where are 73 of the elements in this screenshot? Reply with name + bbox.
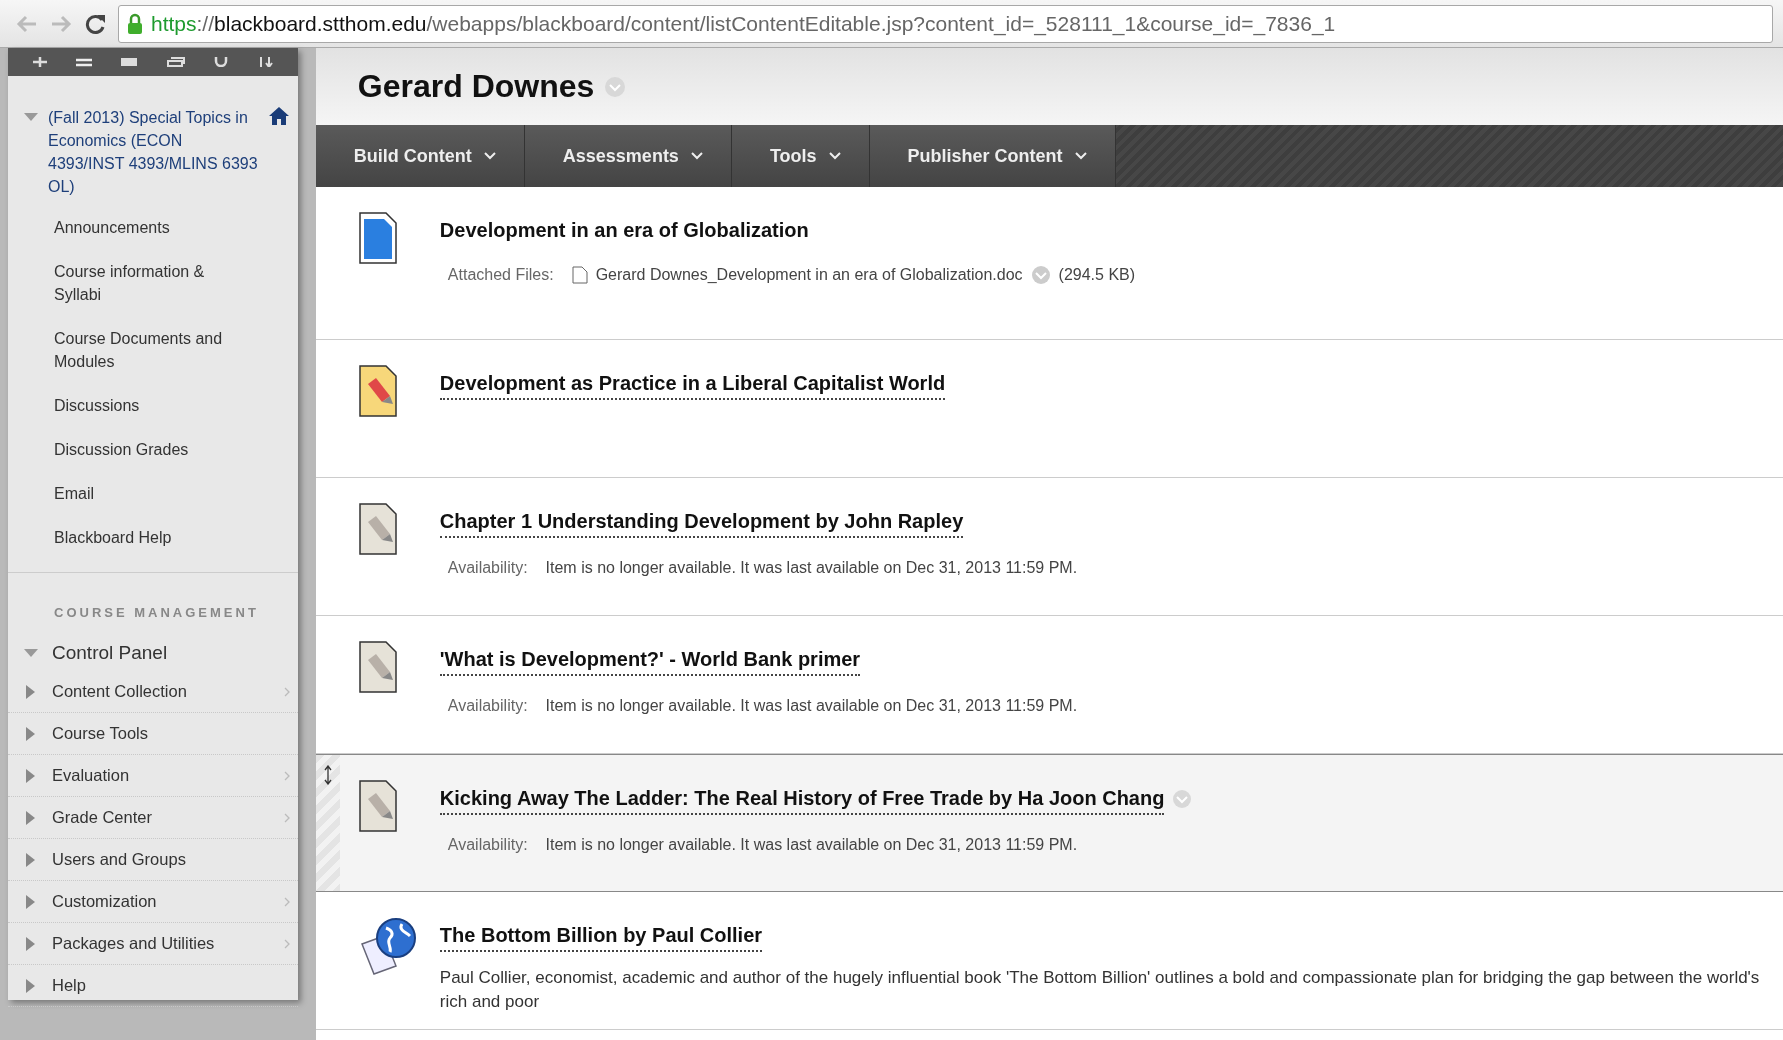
expand-triangle-icon[interactable] <box>24 936 36 951</box>
sidebar-menu-link[interactable]: Email <box>8 474 298 518</box>
action-menu-button[interactable]: Tools <box>731 125 870 187</box>
back-arrow-icon <box>16 13 38 34</box>
caret-icon <box>828 152 841 160</box>
action-menu-button[interactable]: Assessments <box>524 125 732 187</box>
course-title-link[interactable]: (Fall 2013) Special Topics in Economics (ECON 4393/INST 4393/MLINS 6393 OL) <box>48 106 258 198</box>
forward-arrow-icon <box>50 13 72 34</box>
item-title-link[interactable]: The Bottom Billion by Paul Collier <box>439 920 763 952</box>
control-panel-item[interactable]: Help <box>8 965 298 1007</box>
item-title-link[interactable]: Kicking Away The Ladder: The Real History of Free Trade by Ha Joon Chang <box>439 783 1165 815</box>
back-button[interactable] <box>16 13 38 34</box>
reload-button[interactable] <box>84 12 106 35</box>
action-menu-button[interactable]: Build Content <box>315 125 525 187</box>
expand-triangle-icon[interactable] <box>24 768 36 783</box>
item-description: Paul Collier, economist, academic and author of the hugely influential book 'The Bottom Billion' outlines a bold and compassionate plan for bridging the gap between the world's rich and poor <box>439 967 1761 1013</box>
chevron-right-icon <box>283 896 290 907</box>
expand-triangle-icon[interactable] <box>24 726 36 741</box>
availability-text: Item is no longer available. It was last available on Dec 31, 2013 11:59 PM. <box>545 558 1078 578</box>
sidebar-menu-link[interactable]: Course information & Syllabi <box>8 252 298 319</box>
chevron-right-icon <box>283 686 290 697</box>
lock-icon <box>127 12 143 35</box>
control-panel-item[interactable]: Content Collection <box>8 671 298 713</box>
sidebar-menu-link[interactable]: Announcements <box>8 208 298 252</box>
availability-text: Item is no longer available. It was last available on Dec 31, 2013 11:59 PM. <box>545 835 1078 855</box>
expand-triangle-icon[interactable] <box>24 684 36 699</box>
attachment-link[interactable]: Gerard Downes_Development in an era of Globalization.doc <box>595 263 1023 287</box>
file-size: (294.5 KB) <box>1058 265 1136 285</box>
sidebar-menu-link[interactable]: Blackboard Help <box>8 518 298 562</box>
chevron-right-icon <box>283 938 290 949</box>
list-icon[interactable] <box>75 57 92 67</box>
square-icon[interactable] <box>121 57 138 67</box>
drag-handle-icon[interactable] <box>323 765 332 785</box>
caret-icon <box>690 152 703 160</box>
address-field[interactable]: https://blackboard.stthom.edu/webapps/blackboard/content/listContentEditable.jsp?content_id=_528111_1&course_id=_7836_1 <box>118 4 1773 43</box>
reload-icon <box>84 12 106 35</box>
windows-icon[interactable] <box>166 57 185 67</box>
expand-triangle-icon[interactable] <box>24 810 36 825</box>
control-panel-item[interactable]: Users and Groups <box>8 839 298 881</box>
add-icon[interactable] <box>32 57 47 67</box>
control-panel-item[interactable]: Evaluation <box>8 755 298 797</box>
item-title-link[interactable]: Development as Practice in a Liberal Capitalist World <box>439 368 946 400</box>
dropdown-circle-icon[interactable] <box>1030 265 1051 285</box>
item-title-link[interactable]: Chapter 1 Understanding Development by John Rapley <box>439 506 964 538</box>
expand-triangle-icon[interactable] <box>24 852 36 867</box>
control-panel-item[interactable]: Course Tools <box>8 713 298 755</box>
control-panel-item[interactable]: Packages and Utilities <box>8 923 298 965</box>
caret-icon <box>483 152 496 160</box>
section-heading: COURSE MANAGEMENT <box>53 604 260 622</box>
detail-label: Attached Files: <box>447 265 554 285</box>
sidebar-menu-link[interactable]: Discussion Grades <box>8 430 298 474</box>
detail-label: Availability: <box>447 558 528 578</box>
item-title-link[interactable]: 'What is Development?' - World Bank primer <box>439 644 861 676</box>
page-title: Gerard Downes <box>357 67 595 106</box>
control-panel-item[interactable]: Grade Center <box>8 797 298 839</box>
expand-triangle-icon[interactable] <box>24 894 36 909</box>
detail-label: Availability: <box>447 696 528 716</box>
action-menu-button[interactable]: Publisher Content <box>869 125 1116 187</box>
home-icon[interactable] <box>267 106 290 126</box>
sort-icon[interactable] <box>257 57 274 67</box>
sidebar-menu-link[interactable]: Discussions <box>8 386 298 430</box>
forward-button[interactable] <box>50 13 72 34</box>
chevron-right-icon <box>283 770 290 781</box>
control-panel-heading[interactable]: Control Panel <box>52 638 168 667</box>
control-panel-item[interactable]: Customization <box>8 881 298 923</box>
detail-label: Availability: <box>447 835 528 855</box>
item-title: Development in an era of Globalization <box>439 218 809 243</box>
expand-triangle-icon[interactable] <box>24 978 36 993</box>
file-icon <box>571 266 588 284</box>
caret-icon <box>1074 152 1087 160</box>
sidebar-menu-link[interactable]: Course Documents and Modules <box>8 319 298 386</box>
availability-text: Item is no longer available. It was last available on Dec 31, 2013 11:59 PM. <box>545 696 1078 716</box>
chevron-right-icon <box>283 812 290 823</box>
